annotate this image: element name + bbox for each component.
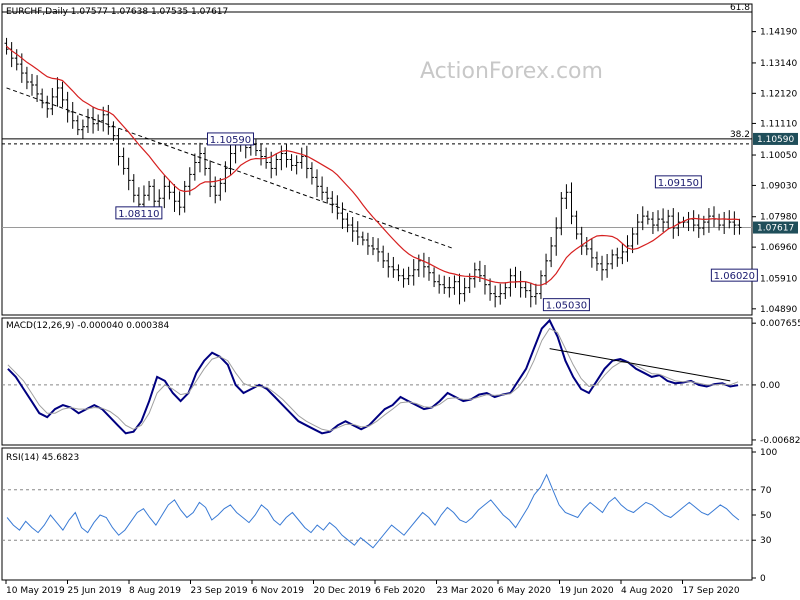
- fib-level-label: 38.2: [730, 130, 750, 140]
- x-axis: 10 May 2019 25 Jun 2019 8 Aug 2019 23 Sep 2…: [5, 580, 740, 596]
- price-y-tick-label: 1.07980: [760, 213, 797, 223]
- fib-level-label: 61.8: [730, 3, 750, 13]
- x-tick-label: 6 Nov 2019: [252, 586, 304, 596]
- rsi-header: RSI(14) 45.6823: [6, 453, 79, 463]
- macd-y-tick-label: 0.00: [760, 381, 780, 391]
- rsi-panel-frame: [1, 447, 753, 581]
- macd-panel-frame: [1, 317, 753, 446]
- watermark: ActionForex.com: [420, 59, 603, 84]
- chart-canvas: ActionForex.com EURCHF,Daily 1.07577 1.0…: [1, 3, 800, 596]
- x-tick-label: 6 May 2020: [498, 586, 551, 596]
- x-tick-label: 6 Feb 2020: [375, 586, 426, 596]
- price-y-tick-label: 1.05910: [760, 274, 797, 284]
- x-tick-label: 25 Jun 2019: [68, 586, 122, 596]
- price-y-tick-label: 1.14190: [760, 28, 797, 38]
- macd-header: MACD(12,26,9) -0.000040 0.000384: [6, 321, 169, 331]
- macd-y-tick-label: 0.007655: [760, 319, 800, 329]
- x-tick-label: 23 Mar 2020: [437, 586, 494, 596]
- macd-y-tick-label: -0.006822: [760, 436, 800, 446]
- rsi-y-tick-label: 70: [760, 486, 772, 496]
- rsi-y-tick-label: 100: [760, 448, 777, 458]
- price-callout-label: 1.10590: [210, 135, 251, 146]
- x-tick-label: 19 Jun 2020: [560, 586, 614, 596]
- rsi-y-tick-label: 0: [760, 574, 766, 584]
- x-tick-label: 8 Aug 2019: [129, 586, 181, 596]
- price-callout-label: 1.05030: [546, 301, 587, 312]
- x-tick-label: 4 Aug 2020: [621, 586, 673, 596]
- rsi-y-tick-label: 30: [760, 536, 772, 546]
- x-tick-label: 23 Sep 2019: [191, 586, 248, 596]
- price-y-tick-label: 1.10050: [760, 151, 797, 161]
- current-price-label: 1.07617: [757, 224, 794, 234]
- price-y-tick-label: 1.13140: [760, 59, 797, 69]
- rsi-y-tick-label: 50: [760, 511, 772, 521]
- price-callout-label: 1.09150: [658, 178, 699, 189]
- x-tick-label: 10 May 2019: [6, 586, 65, 596]
- fib-level-tag: 1.10590: [757, 135, 794, 145]
- x-tick-label: 20 Dec 2019: [314, 586, 372, 596]
- price-y-tick-label: 1.09030: [760, 181, 797, 191]
- price-callout-label: 1.06020: [714, 271, 755, 282]
- x-tick-label: 17 Sep 2020: [683, 586, 740, 596]
- price-y-tick-label: 1.11110: [760, 119, 797, 129]
- price-y-tick-label: 1.06960: [760, 243, 797, 253]
- price-y-tick-label: 1.04890: [760, 305, 797, 315]
- price-callout-label: 1.08110: [118, 209, 159, 220]
- price-panel-frame: [1, 3, 753, 316]
- price-y-tick-label: 1.12120: [760, 89, 797, 99]
